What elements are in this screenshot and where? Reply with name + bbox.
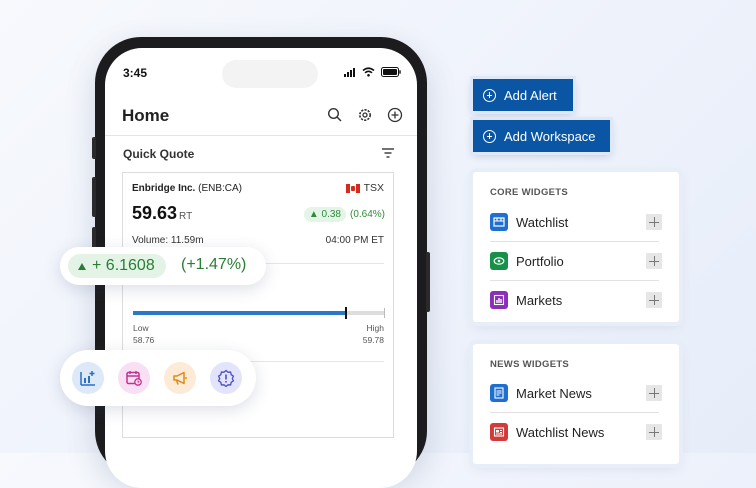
change-pill: ▲ 0.38 bbox=[303, 207, 346, 222]
day-range-marker bbox=[345, 307, 348, 319]
signal-icon bbox=[344, 67, 355, 77]
dynamic-island bbox=[222, 60, 318, 88]
phone-side-button bbox=[92, 137, 96, 159]
add-widget-icon[interactable] bbox=[646, 214, 662, 230]
range-low-value: 58.76 bbox=[133, 335, 155, 345]
add-workspace-button[interactable]: Add Workspace bbox=[473, 120, 610, 152]
day-range-end bbox=[384, 308, 385, 318]
core-widgets-panel: CORE WIDGETS Watchlist Portfolio Markets bbox=[473, 172, 679, 322]
widget-label: Market News bbox=[516, 385, 592, 401]
chart-add-icon[interactable] bbox=[72, 362, 104, 394]
quote-time: 04:00 PM ET bbox=[325, 235, 384, 246]
price-change: ▲ 0.38 (0.64%) bbox=[303, 207, 385, 222]
add-widget-icon[interactable] bbox=[646, 292, 662, 308]
search-icon[interactable] bbox=[327, 107, 343, 123]
volume: Volume: 11.59m bbox=[132, 235, 204, 246]
range-high-value: 59.78 bbox=[362, 335, 384, 345]
company-label: Enbridge Inc. bbox=[132, 183, 196, 194]
widget-label: Watchlist News bbox=[516, 424, 605, 440]
news-widgets-panel: NEWS WIDGETS Market News Watchlist News bbox=[473, 344, 679, 464]
add-workspace-label: Add Workspace bbox=[504, 128, 596, 144]
watchlist-icon bbox=[490, 213, 508, 231]
change-percent: (+1.47%) bbox=[181, 256, 247, 273]
wifi-icon bbox=[362, 67, 375, 77]
widget-label: Watchlist bbox=[516, 214, 569, 230]
filter-icon[interactable] bbox=[381, 147, 395, 159]
day-range-bar bbox=[133, 307, 385, 319]
quick-actions-bar bbox=[60, 350, 256, 406]
markets-icon bbox=[490, 291, 508, 309]
range-high-label: High bbox=[366, 323, 384, 333]
add-alert-label: Add Alert bbox=[504, 87, 557, 103]
last-price: 59.63 RT bbox=[132, 203, 192, 224]
alert-icon[interactable] bbox=[210, 362, 242, 394]
price-value: 59.63 bbox=[132, 203, 178, 223]
widget-row-market-news[interactable]: Market News bbox=[490, 374, 662, 412]
status-icons bbox=[344, 67, 401, 77]
phone-power-button bbox=[426, 252, 430, 312]
plus-circle-icon bbox=[483, 129, 496, 143]
price-suffix: RT bbox=[179, 211, 193, 222]
add-widget-icon[interactable] bbox=[646, 253, 662, 269]
megaphone-icon[interactable] bbox=[164, 362, 196, 394]
market-news-icon bbox=[490, 384, 508, 402]
news-widgets-title: NEWS WIDGETS bbox=[490, 359, 570, 370]
add-widget-icon[interactable] bbox=[646, 385, 662, 401]
core-widgets-title: CORE WIDGETS bbox=[490, 187, 569, 198]
exchange: TSX bbox=[345, 182, 384, 194]
widget-row-watchlist-news[interactable]: Watchlist News bbox=[490, 413, 662, 451]
change-amount: + 6.1608 bbox=[92, 257, 155, 274]
change-value-pill: + 6.1608 bbox=[68, 254, 166, 278]
battery-icon bbox=[381, 67, 401, 77]
quick-quote-title: Quick Quote bbox=[123, 147, 195, 161]
add-circle-icon[interactable] bbox=[387, 107, 403, 123]
plus-circle-icon bbox=[483, 88, 496, 102]
widget-row-portfolio[interactable]: Portfolio bbox=[490, 242, 662, 280]
header-actions bbox=[327, 107, 403, 123]
widget-row-watchlist[interactable]: Watchlist bbox=[490, 203, 662, 241]
calendar-clock-icon[interactable] bbox=[118, 362, 150, 394]
add-alert-button[interactable]: Add Alert bbox=[473, 79, 573, 111]
change-value: 0.38 bbox=[321, 209, 341, 220]
watchlist-news-icon bbox=[490, 423, 508, 441]
widget-row-markets[interactable]: Markets bbox=[490, 281, 662, 319]
phone-volume-up bbox=[92, 177, 96, 217]
add-widget-icon[interactable] bbox=[646, 424, 662, 440]
up-triangle-icon bbox=[78, 262, 86, 270]
exchange-label: TSX bbox=[363, 182, 384, 194]
widget-label: Markets bbox=[516, 292, 563, 308]
portfolio-icon bbox=[490, 252, 508, 270]
canada-flag-icon bbox=[345, 183, 360, 193]
gear-icon[interactable] bbox=[357, 107, 373, 123]
range-low-label: Low bbox=[133, 323, 149, 333]
header-divider bbox=[105, 135, 417, 136]
ticker-label: (ENB:CA) bbox=[198, 183, 243, 194]
change-pct: (0.64%) bbox=[349, 209, 385, 220]
page-title: Home bbox=[122, 106, 170, 125]
status-time: 3:45 bbox=[123, 66, 148, 80]
day-range-fill bbox=[133, 311, 347, 315]
widget-label: Portfolio bbox=[516, 253, 564, 269]
company-name: Enbridge Inc. (ENB:CA) bbox=[132, 183, 242, 194]
price-change-callout: + 6.1608 (+1.47%) bbox=[60, 247, 266, 285]
